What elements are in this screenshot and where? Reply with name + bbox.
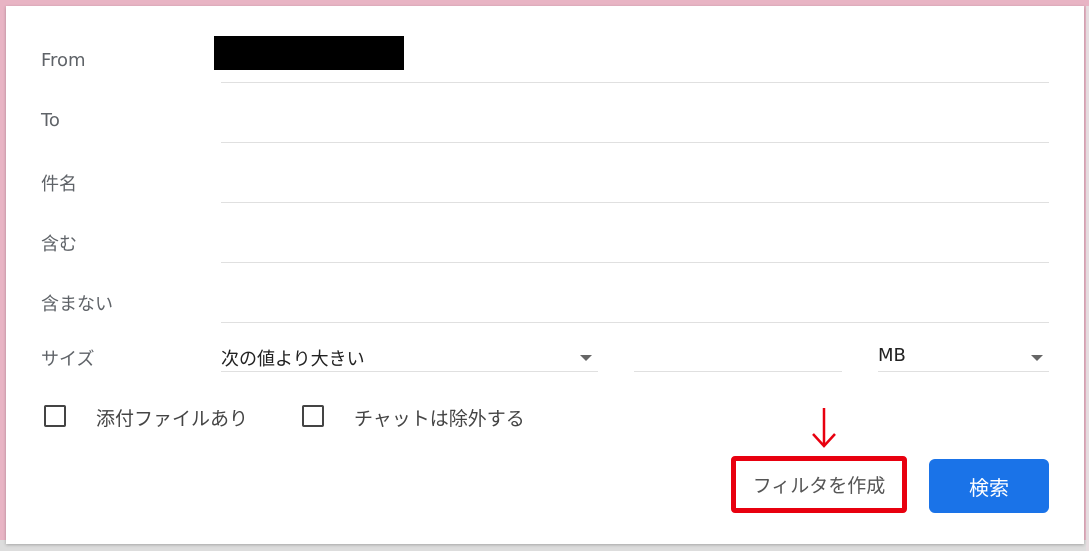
to-input[interactable] <box>221 102 1049 143</box>
has-words-row: 含む <box>6 222 1084 263</box>
annotation-arrow-icon <box>812 408 836 448</box>
size-unit-value: MB <box>878 345 906 366</box>
advanced-search-dialog: From To 件名 含む 含まない サイズ 次の値より大きい MB 添付ファイ… <box>6 6 1084 544</box>
size-comparison-select[interactable]: 次の値より大きい <box>221 331 598 372</box>
size-label: サイズ <box>41 349 95 370</box>
subject-label: 件名 <box>41 174 77 195</box>
exclude-chats-label: チャットは除外する <box>354 408 525 430</box>
has-words-input[interactable] <box>221 222 1049 263</box>
create-filter-button[interactable]: フィルタを作成 <box>731 456 907 513</box>
size-comparison-value: 次の値より大きい <box>221 349 365 370</box>
has-attachment-label: 添付ファイルあり <box>96 408 249 430</box>
has-attachment-checkbox[interactable] <box>44 405 66 427</box>
subject-input[interactable] <box>221 162 1049 203</box>
exclude-chats-option[interactable]: チャットは除外する <box>302 402 562 432</box>
size-unit-select[interactable]: MB <box>878 331 1049 372</box>
from-input[interactable] <box>214 36 1049 83</box>
exclude-chats-checkbox[interactable] <box>302 405 324 427</box>
size-row: サイズ 次の値より大きい MB <box>6 331 1084 372</box>
chevron-down-icon <box>580 355 592 361</box>
chevron-down-icon <box>1031 355 1043 361</box>
doesnt-have-label: 含まない <box>41 294 113 315</box>
from-row: From <box>6 36 1084 83</box>
search-button[interactable]: 検索 <box>929 459 1049 513</box>
subject-row: 件名 <box>6 162 1084 203</box>
redacted-block <box>214 36 404 70</box>
has-words-label: 含む <box>41 234 77 255</box>
doesnt-have-input[interactable] <box>221 282 1049 323</box>
to-label: To <box>41 110 60 131</box>
doesnt-have-row: 含まない <box>6 282 1084 323</box>
from-label: From <box>41 50 86 71</box>
size-value-input[interactable] <box>634 331 842 372</box>
to-row: To <box>6 102 1084 143</box>
has-attachment-option[interactable]: 添付ファイルあり <box>44 402 284 432</box>
